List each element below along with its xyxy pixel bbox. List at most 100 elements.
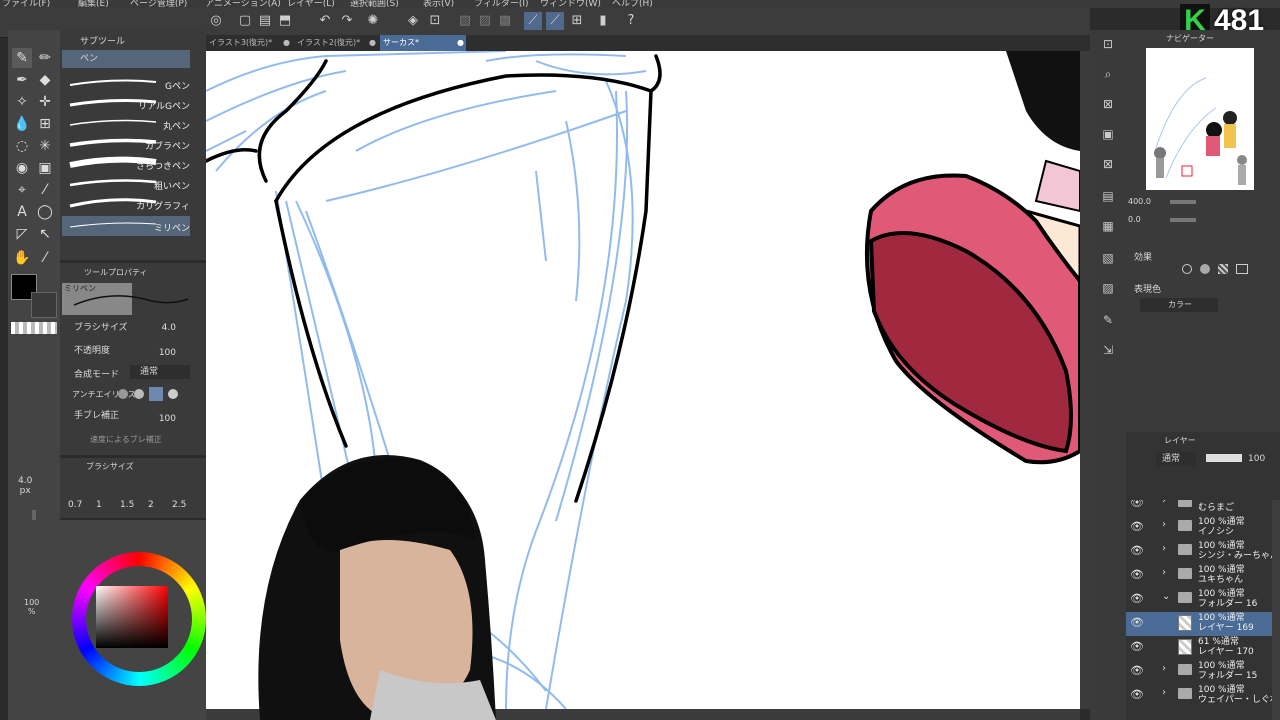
material-3-icon[interactable]: ▦: [1100, 218, 1116, 234]
brush-maru-pen[interactable]: 丸ペン: [62, 114, 190, 134]
layer-row[interactable]: 👁 › 100 %通常 フォルダー 15: [1126, 660, 1272, 684]
tone-effect-icon[interactable]: [1200, 264, 1210, 274]
search-icon[interactable]: ⌕: [1100, 66, 1116, 82]
redo-icon[interactable]: ↷: [338, 12, 356, 30]
vertical-scrollbar[interactable]: [1080, 51, 1090, 709]
antialias-none-icon[interactable]: [118, 389, 128, 399]
zoom-field[interactable]: 400.0: [1128, 196, 1166, 208]
menu-filter[interactable]: フィルター(I): [474, 0, 529, 8]
visibility-eye-icon[interactable]: 👁: [1130, 592, 1144, 605]
size-option[interactable]: 2: [148, 500, 154, 510]
menu-file[interactable]: ファイル(F): [2, 0, 50, 8]
antialias-mid-icon[interactable]: [149, 387, 163, 401]
antialias-weak-icon[interactable]: [134, 389, 144, 399]
menu-window[interactable]: ウィンドウ(W): [540, 0, 601, 8]
magic-wand-icon[interactable]: ✳: [35, 136, 55, 156]
blend-tool-icon[interactable]: 💧: [12, 114, 32, 134]
app-icon[interactable]: ◎: [207, 12, 225, 30]
pen-tool-icon[interactable]: ✎: [12, 48, 32, 68]
layer-opacity-slider[interactable]: [1206, 454, 1242, 462]
help-icon[interactable]: ?: [622, 12, 640, 30]
size-option[interactable]: 1: [96, 500, 102, 510]
ruler-tool-icon[interactable]: ◸: [12, 224, 32, 244]
brush-calligraphy[interactable]: カリグラフィ: [62, 194, 190, 214]
layer-scrollbar[interactable]: [1272, 500, 1280, 720]
chevron-right-icon[interactable]: ›: [1162, 687, 1166, 698]
hand-tool-icon[interactable]: ✋: [12, 248, 32, 268]
layer-row[interactable]: 👁 › 100 %通常 ユキちゃん: [1126, 564, 1272, 588]
export-icon[interactable]: ⇲: [1100, 342, 1116, 358]
edit-icon[interactable]: ✎: [1100, 312, 1116, 328]
effect-icons[interactable]: [1182, 264, 1262, 276]
border-effect-icon[interactable]: [1182, 264, 1192, 274]
gradient-tool-icon[interactable]: ▣: [35, 158, 55, 178]
opacity-value[interactable]: 100: [159, 348, 176, 358]
device-icon[interactable]: ▮: [594, 12, 612, 30]
snap-guide-icon[interactable]: ⟋: [546, 12, 564, 30]
expression-color-select[interactable]: カラー: [1140, 298, 1218, 312]
chevron-down-icon[interactable]: ⌄: [1162, 591, 1170, 602]
size-option[interactable]: 0.7: [68, 500, 82, 510]
chevron-right-icon[interactable]: ›: [1162, 663, 1166, 674]
menu-layer[interactable]: レイヤー(L): [287, 0, 335, 8]
pattern-effect-icon[interactable]: [1218, 264, 1228, 274]
clear-icon[interactable]: ✺: [364, 12, 382, 30]
brush-tool-icon[interactable]: ✒: [12, 70, 32, 90]
zoom-slider[interactable]: [1170, 200, 1196, 204]
operation-tool-icon[interactable]: ⌖: [12, 180, 32, 200]
chevron-right-icon[interactable]: ›: [1162, 500, 1166, 506]
sub-color-swatch[interactable]: [31, 292, 57, 318]
blend-mode-select[interactable]: 通常: [130, 365, 190, 379]
subtool-group-tab[interactable]: ペン: [62, 50, 190, 68]
open-folder-icon[interactable]: ▤: [256, 12, 274, 30]
saturation-square[interactable]: [96, 586, 168, 648]
tab-illust3[interactable]: イラスト3(復元)* ●: [206, 35, 292, 51]
fill-icon[interactable]: ◈: [404, 12, 422, 30]
material-4-icon[interactable]: ▧: [1100, 250, 1116, 266]
menu-page[interactable]: ページ管理(P): [130, 0, 187, 8]
visibility-eye-icon[interactable]: 👁: [1130, 616, 1144, 629]
antialias-options[interactable]: [118, 387, 188, 401]
menu-help[interactable]: ヘルプ(H): [612, 0, 653, 8]
chevron-right-icon[interactable]: ›: [1162, 567, 1166, 578]
new-file-icon[interactable]: ▢: [236, 12, 254, 30]
visibility-eye-icon[interactable]: 👁: [1130, 520, 1144, 533]
crop-icon[interactable]: ▩: [496, 12, 514, 30]
layer-color-icon[interactable]: [1236, 264, 1248, 274]
visibility-eye-icon[interactable]: 👁: [1130, 688, 1144, 701]
size-option[interactable]: 2.5: [172, 500, 186, 510]
snap-grid-icon[interactable]: ⊞: [568, 12, 586, 30]
invert-icon[interactable]: ▨: [476, 12, 494, 30]
layer-row[interactable]: 👁 100 %通常 レイヤー 169: [1126, 612, 1272, 636]
snap-ruler-icon[interactable]: ⟋: [524, 12, 542, 30]
layer-row[interactable]: 👁 › 100 %通常 ウェイパー・しぐれ: [1126, 684, 1272, 708]
fill-tool-icon[interactable]: ◉: [12, 158, 32, 178]
pencil-tool-icon[interactable]: ✏: [35, 48, 55, 68]
brush-arai-pen[interactable]: 粗いペン: [62, 174, 190, 194]
grid-tool-icon[interactable]: ⊞: [35, 114, 55, 134]
chevron-right-icon[interactable]: ›: [1162, 519, 1166, 530]
transparent-swatch[interactable]: [11, 322, 57, 334]
save-icon[interactable]: ⬒: [276, 12, 294, 30]
material-2-icon[interactable]: ▤: [1100, 188, 1116, 204]
material-5-icon[interactable]: ▨: [1100, 280, 1116, 296]
brush-size-value[interactable]: 4.0: [162, 323, 176, 333]
angle-slider[interactable]: [1170, 218, 1196, 222]
undo-icon[interactable]: ↶: [316, 12, 334, 30]
material-icon[interactable]: ▣: [1100, 126, 1116, 142]
brush-real-g-pen[interactable]: リアルGペン: [62, 94, 190, 114]
close-dock-icon[interactable]: ⊠: [1100, 96, 1116, 112]
navigator-dock-icon[interactable]: ⊡: [1100, 36, 1116, 52]
layer-row[interactable]: 👁 › 100 %通常 イノシシ: [1126, 516, 1272, 540]
layer-row[interactable]: 👁 › むらまご: [1126, 500, 1272, 516]
visibility-eye-icon[interactable]: 👁: [1130, 664, 1144, 677]
navigator-preview[interactable]: [1146, 48, 1254, 190]
tab-circus[interactable]: サーカス* ●: [380, 35, 466, 51]
angle-field[interactable]: 0.0: [1128, 214, 1166, 226]
line-tool-icon[interactable]: ⁄: [35, 180, 55, 200]
lasso-tool-icon[interactable]: ◌: [12, 136, 32, 156]
brush-milli-pen[interactable]: ミリペン: [62, 216, 190, 236]
balloon-tool-icon[interactable]: ◯: [35, 202, 55, 222]
visibility-eye-icon[interactable]: 👁: [1130, 640, 1144, 653]
antialias-strong-icon[interactable]: [168, 389, 178, 399]
